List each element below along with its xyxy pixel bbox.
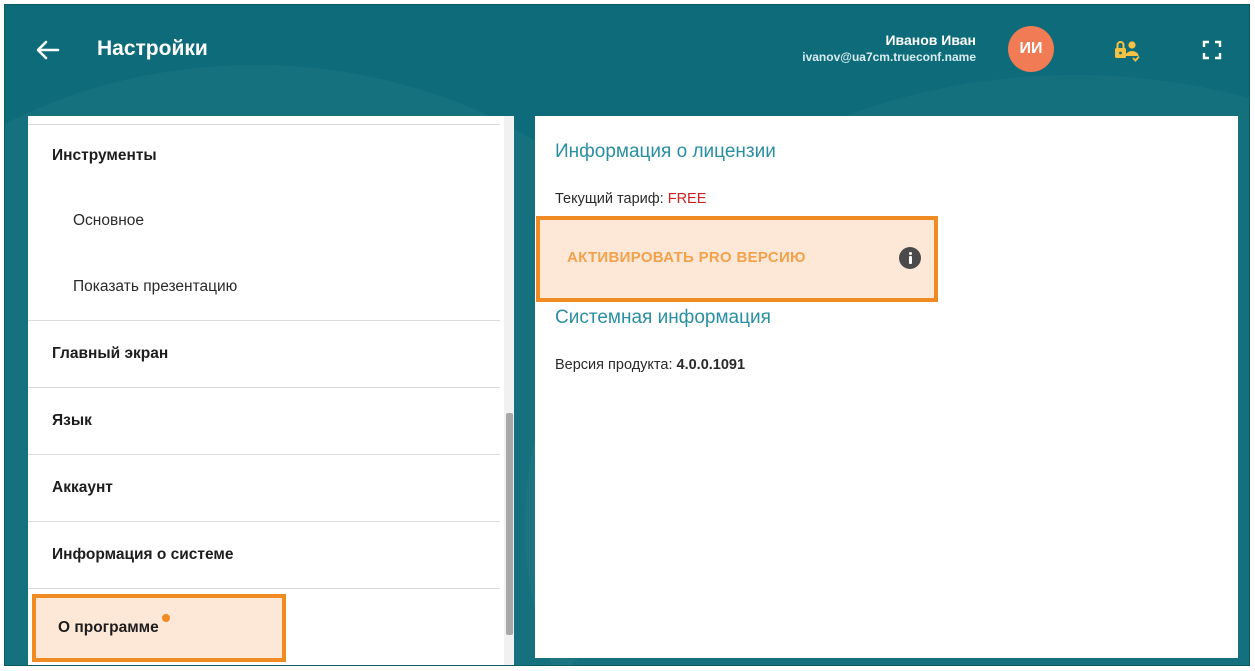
app-window: Настройки Иванов Иван ivanov@ua7cm.truec… [4, 4, 1250, 666]
user-name: Иванов Иван [885, 32, 976, 48]
user-info: Иванов Иван ivanov@ua7cm.trueconf.name [802, 31, 976, 65]
back-button[interactable] [31, 33, 65, 67]
sidebar-item-general[interactable]: Основное [28, 187, 500, 254]
product-version: Версия продукта: 4.0.0.1091 [555, 357, 745, 373]
avatar[interactable]: ИИ [1008, 26, 1054, 72]
version-label: Версия продукта: [555, 357, 673, 373]
sidebar-item-language[interactable]: Язык [28, 388, 500, 455]
tariff-value: FREE [667, 191, 707, 207]
settings-sidebar: Инструменты Основное Показать презентаци… [28, 116, 514, 665]
current-tariff: Текущий тариф: FREE [555, 191, 706, 207]
license-button[interactable] [1114, 38, 1140, 62]
sidebar-item-show-presentation[interactable]: Показать презентацию [28, 254, 500, 321]
sidebar-item-account[interactable]: Аккаунт [28, 455, 500, 522]
scrollbar-thumb[interactable] [506, 413, 513, 635]
fullscreen-icon [1202, 40, 1222, 60]
notification-dot [161, 614, 170, 622]
sidebar-list: Инструменты Основное Показать презентаци… [28, 116, 500, 589]
activate-pro-button[interactable]: АКТИВИРОВАТЬ PRO ВЕРСИЮ [567, 249, 806, 266]
about-panel: Информация о лицензии Текущий тариф: FRE… [535, 116, 1238, 658]
info-icon[interactable] [899, 247, 921, 269]
header-bar: Настройки Иванов Иван ivanov@ua7cm.truec… [5, 5, 1249, 95]
version-value: 4.0.0.1091 [676, 357, 746, 373]
sidebar-item-tools[interactable]: Инструменты [28, 125, 500, 187]
license-section-title: Информация о лицензии [555, 141, 776, 162]
sidebar-item-system-info[interactable]: Информация о системе [28, 522, 500, 589]
tariff-label: Текущий тариф: [555, 191, 664, 207]
fullscreen-button[interactable] [1202, 40, 1222, 60]
sidebar-item-label: О программе [58, 619, 159, 636]
system-section-title: Системная информация [555, 307, 771, 328]
divider [28, 116, 500, 125]
page-title: Настройки [97, 37, 208, 60]
lock-user-icon [1115, 41, 1140, 62]
sidebar-item-main-screen[interactable]: Главный экран [28, 321, 500, 388]
arrow-left-icon [36, 40, 60, 60]
sidebar-item-about[interactable]: О программе [28, 593, 500, 663]
user-email: ivanov@ua7cm.trueconf.name [802, 50, 976, 64]
